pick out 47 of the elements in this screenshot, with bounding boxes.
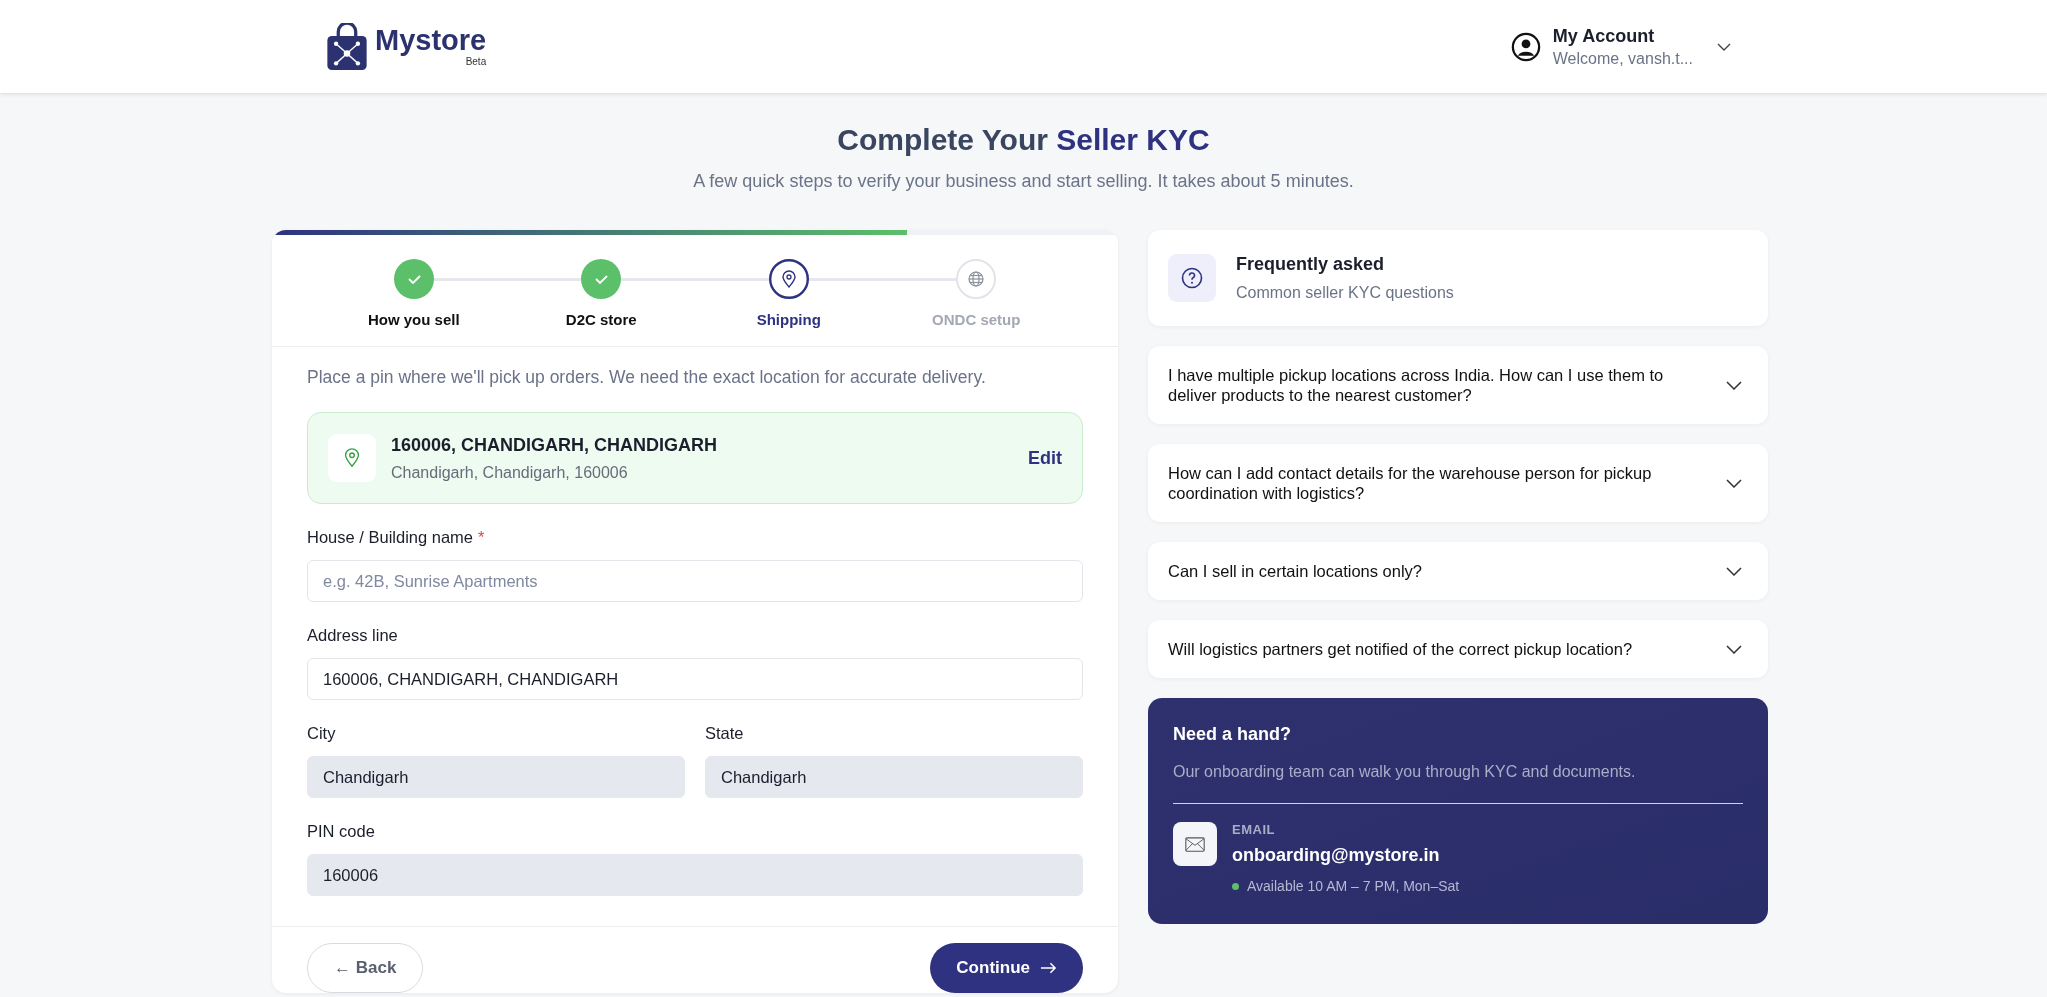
faq-question: Can I sell in certain locations only? bbox=[1168, 561, 1423, 582]
field-label: City bbox=[307, 724, 336, 742]
beta-label: Beta bbox=[465, 56, 487, 67]
question-mark-icon bbox=[1168, 254, 1216, 302]
faq-subtitle: Common seller KYC questions bbox=[1236, 284, 1454, 302]
help-title: Need a hand? bbox=[1173, 724, 1293, 745]
section-description: Place a pin where we'll pick up orders. We need the exact location for accurate delivery. bbox=[307, 367, 987, 388]
welcome-text: Welcome, vansh.t... bbox=[1552, 49, 1693, 68]
step-tab[interactable]: D2C store bbox=[565, 311, 637, 328]
chevron-down-icon[interactable] bbox=[1717, 42, 1731, 51]
field-label: Address line bbox=[307, 626, 398, 644]
arrow-right-icon bbox=[1040, 962, 1057, 974]
faq-question: I have multiple pickup locations across India. How can I use them to deliver products to the nearest customer? bbox=[1168, 365, 1665, 406]
input-field[interactable]: 160006 bbox=[307, 854, 1083, 896]
field-label: State bbox=[705, 724, 744, 742]
faq-item[interactable]: Will logistics partners get notified of the correct pickup location? bbox=[1148, 620, 1768, 678]
availability-text: Available 10 AM – 7 PM, Mon–Sat bbox=[1247, 878, 1460, 894]
faq-question: Will logistics partners get notified of the correct pickup location? bbox=[1168, 639, 1633, 660]
account-title[interactable]: My Account bbox=[1552, 25, 1693, 47]
faq-item[interactable]: How can I add contact details for the warehouse person for pickup coordination with logistics? bbox=[1148, 444, 1768, 522]
location-title: 160006, CHANDIGARH, CHANDIGARH bbox=[391, 434, 719, 456]
help-text: Our onboarding team can walk you through KYC and documents. bbox=[1173, 763, 1637, 781]
page-subtitle: A few quick steps to verify your business and start selling. It takes about 5 minutes. bbox=[692, 171, 1355, 192]
email-link[interactable]: onboarding@mystore.in bbox=[1232, 845, 1460, 866]
location-pin-icon bbox=[328, 434, 376, 482]
faq-title: Frequently asked bbox=[1236, 254, 1386, 275]
required-mark: * bbox=[478, 528, 485, 546]
field-label: House / Building name bbox=[307, 528, 473, 546]
input-field[interactable]: e.g. 42B, Sunrise Apartments bbox=[307, 560, 1083, 602]
faq-item[interactable]: Can I sell in certain locations only? bbox=[1148, 542, 1768, 600]
input-field[interactable]: 160006, CHANDIGARH, CHANDIGARH bbox=[307, 658, 1083, 700]
envelope-icon bbox=[1173, 822, 1217, 866]
user-avatar-icon[interactable] bbox=[1510, 31, 1541, 62]
shopping-bag-logo-icon bbox=[325, 22, 369, 71]
input-field[interactable]: Chandigarh bbox=[705, 756, 1083, 798]
location-address: Chandigarh, Chandigarh, 160006 bbox=[391, 463, 629, 482]
back-button[interactable]: ← Back bbox=[307, 943, 424, 993]
step-tab[interactable]: How you sell bbox=[367, 311, 460, 328]
edit-link[interactable]: Edit bbox=[1028, 447, 1062, 469]
contact-label: EMAIL bbox=[1232, 822, 1276, 837]
continue-button[interactable]: Continue bbox=[930, 943, 1083, 993]
input-field[interactable]: Chandigarh bbox=[307, 756, 685, 798]
page-title: Complete Your Seller KYC bbox=[836, 123, 1211, 157]
step-tab[interactable]: Shipping bbox=[756, 311, 821, 328]
faq-item[interactable]: I have multiple pickup locations across India. How can I use them to deliver products to the nearest customer? bbox=[1148, 346, 1768, 424]
faq-question: How can I add contact details for the warehouse person for pickup coordination with logistics? bbox=[1168, 463, 1653, 504]
field-label: PIN code bbox=[307, 822, 375, 840]
